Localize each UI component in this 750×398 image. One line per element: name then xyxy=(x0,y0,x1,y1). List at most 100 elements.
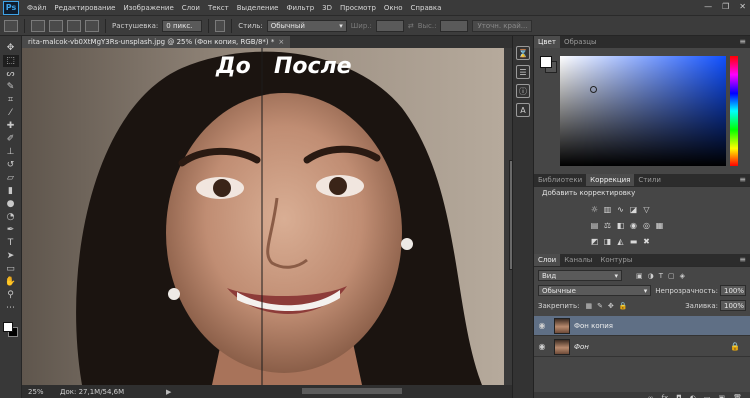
move-tool-icon[interactable]: ✥ xyxy=(3,42,19,54)
panel-menu-icon[interactable]: ≡ xyxy=(739,175,746,184)
refine-edge-button[interactable]: Уточн. край... xyxy=(472,19,533,32)
menu-filter[interactable]: Фильтр xyxy=(282,4,318,12)
tab-styles[interactable]: Стили xyxy=(634,174,665,186)
history-panel-icon[interactable]: ⌛ xyxy=(516,46,530,60)
vertical-scrollbar[interactable] xyxy=(504,48,515,385)
menu-help[interactable]: Справка xyxy=(407,4,446,12)
fill-input[interactable]: 100% xyxy=(720,300,746,311)
width-input[interactable] xyxy=(375,19,404,32)
invert-icon[interactable]: ◩ xyxy=(590,237,599,246)
color-picker-cursor[interactable] xyxy=(590,86,597,93)
lasso-tool-icon[interactable]: ᔕ xyxy=(3,68,19,80)
menu-layers[interactable]: Слои xyxy=(178,4,204,12)
layer-filter-icons[interactable]: ▣◑T▢◈ xyxy=(636,272,690,280)
eye-icon[interactable]: ◉ xyxy=(534,321,550,330)
levels-icon[interactable]: ▥ xyxy=(603,205,612,214)
new-selection-icon[interactable] xyxy=(31,19,45,32)
color-field[interactable] xyxy=(560,56,726,166)
height-input[interactable] xyxy=(440,19,469,32)
eraser-tool-icon[interactable]: ▱ xyxy=(3,172,19,184)
hand-tool-icon[interactable]: ✋ xyxy=(3,276,19,288)
layer-row[interactable]: ◉ Фон 🔒 xyxy=(534,337,750,357)
blend-mode-select[interactable]: Обычные ▾ xyxy=(538,285,652,296)
tab-adjustments[interactable]: Коррекция xyxy=(586,174,635,186)
color-balance-icon[interactable]: ⚖ xyxy=(603,221,612,230)
channel-mixer-icon[interactable]: ◎ xyxy=(642,221,651,230)
close-icon[interactable]: ✕ xyxy=(739,2,746,11)
clone-stamp-tool-icon[interactable]: ⊥ xyxy=(3,146,19,158)
color-swatches[interactable] xyxy=(2,321,20,339)
eye-icon[interactable]: ◉ xyxy=(534,342,550,351)
menu-file[interactable]: Файл xyxy=(23,4,50,12)
menu-view[interactable]: Просмотр xyxy=(336,4,380,12)
subtract-selection-icon[interactable] xyxy=(67,19,81,32)
link-layers-icon[interactable]: ∞ xyxy=(648,394,654,398)
swap-icon[interactable]: ⇄ xyxy=(408,22,414,30)
style-select[interactable]: Обычный ▾ xyxy=(266,19,347,32)
eyedropper-tool-icon[interactable]: ⁄ xyxy=(3,107,19,119)
type-tool-icon[interactable]: T xyxy=(3,237,19,249)
threshold-icon[interactable]: ◭ xyxy=(616,237,625,246)
document-canvas[interactable]: До После xyxy=(22,48,504,385)
intersect-selection-icon[interactable] xyxy=(85,19,99,32)
photo-filter-icon[interactable]: ◉ xyxy=(629,221,638,230)
healing-brush-tool-icon[interactable]: ✚ xyxy=(3,120,19,132)
status-menu-arrow-icon[interactable]: ▶ xyxy=(166,388,180,396)
anti-alias-checkbox[interactable] xyxy=(215,19,226,32)
info-panel-icon[interactable]: ⓘ xyxy=(516,84,530,98)
document-tab[interactable]: rita-malcok-vb0XtMgY3Rs-unsplash.jpg @ 2… xyxy=(22,36,291,48)
minimize-icon[interactable]: — xyxy=(704,2,712,11)
properties-panel-icon[interactable]: ☰ xyxy=(516,65,530,79)
vibrance-icon[interactable]: ▽ xyxy=(642,205,651,214)
menu-edit[interactable]: Редактирование xyxy=(50,4,119,12)
add-selection-icon[interactable] xyxy=(49,19,63,32)
marquee-preset-icon[interactable] xyxy=(4,19,18,32)
hue-slider[interactable] xyxy=(730,56,738,166)
panel-menu-icon[interactable]: ≡ xyxy=(739,37,746,46)
brightness-icon[interactable]: ☼ xyxy=(590,205,599,214)
foreground-color-swatch[interactable] xyxy=(540,56,552,68)
history-brush-tool-icon[interactable]: ↺ xyxy=(3,159,19,171)
layer-style-icon[interactable]: fx xyxy=(662,394,669,398)
gradient-tool-icon[interactable]: ▮ xyxy=(3,185,19,197)
dodge-tool-icon[interactable]: ◔ xyxy=(3,211,19,223)
tab-swatches[interactable]: Образцы xyxy=(560,36,601,48)
hue-saturation-icon[interactable]: ▤ xyxy=(590,221,599,230)
more-tools-icon[interactable]: ⋯ xyxy=(3,302,19,314)
brush-tool-icon[interactable]: ✐ xyxy=(3,133,19,145)
menu-image[interactable]: Изображение xyxy=(119,4,177,12)
curves-icon[interactable]: ∿ xyxy=(616,205,625,214)
panel-menu-icon[interactable]: ≡ xyxy=(739,255,746,264)
menu-window[interactable]: Окно xyxy=(380,4,407,12)
delete-layer-icon[interactable]: 🗑 xyxy=(733,394,742,398)
tab-channels[interactable]: Каналы xyxy=(560,254,596,266)
tab-libraries[interactable]: Библиотеки xyxy=(534,174,586,186)
add-mask-icon[interactable]: ◘ xyxy=(676,394,682,398)
new-layer-icon[interactable]: ▣ xyxy=(718,394,725,398)
gradient-map-icon[interactable]: ▬ xyxy=(629,237,638,246)
close-tab-icon[interactable]: × xyxy=(278,38,284,46)
path-select-tool-icon[interactable]: ➤ xyxy=(3,250,19,262)
pen-tool-icon[interactable]: ✒ xyxy=(3,224,19,236)
zoom-tool-icon[interactable]: ⚲ xyxy=(3,289,19,301)
tab-layers[interactable]: Слои xyxy=(534,254,561,266)
restore-icon[interactable]: ❐ xyxy=(722,2,729,11)
new-adjustment-layer-icon[interactable]: ◐ xyxy=(690,394,696,398)
zoom-level[interactable]: 25% xyxy=(22,388,46,396)
exposure-icon[interactable]: ◪ xyxy=(629,205,638,214)
blur-tool-icon[interactable]: ● xyxy=(3,198,19,210)
layer-row[interactable]: ◉ Фон копия xyxy=(534,316,750,336)
opacity-input[interactable]: 100% xyxy=(720,285,746,296)
menu-select[interactable]: Выделение xyxy=(233,4,283,12)
horizontal-scrollbar[interactable] xyxy=(302,388,402,394)
feather-input[interactable]: 0 пикс. xyxy=(162,19,203,32)
menu-type[interactable]: Текст xyxy=(204,4,233,12)
black-white-icon[interactable]: ◧ xyxy=(616,221,625,230)
tab-paths[interactable]: Контуры xyxy=(596,254,636,266)
color-lookup-icon[interactable]: ▦ xyxy=(655,221,664,230)
layer-filter-select[interactable]: Вид ▾ xyxy=(538,270,622,281)
new-group-icon[interactable]: ▭ xyxy=(704,394,711,398)
character-panel-icon[interactable]: A xyxy=(516,103,530,117)
selective-color-icon[interactable]: ✖ xyxy=(642,237,651,246)
quick-select-tool-icon[interactable]: ✎ xyxy=(3,81,19,93)
